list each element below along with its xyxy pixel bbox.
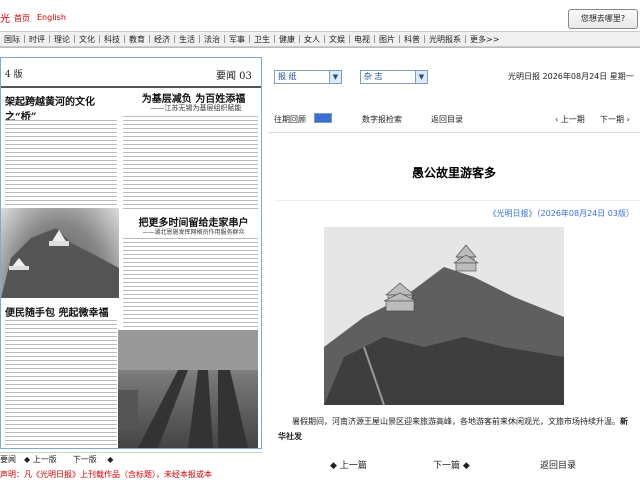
prev-page-link[interactable]: ◆ 上一版 <box>24 454 65 465</box>
chevron-down-icon: ▼ <box>415 71 427 83</box>
back-to-directory-bottom[interactable]: 返回目录 <box>540 458 576 471</box>
text-column <box>5 320 117 448</box>
subhead-mid: ——湖北恩施发挥网格员作用服务群众 <box>142 229 245 236</box>
nav-item[interactable]: 教育 <box>125 34 149 45</box>
next-page-link[interactable]: 下一版 ◆ <box>73 454 114 465</box>
nav-item[interactable]: 卫生 <box>250 34 274 45</box>
prev-issue-label: 往期回顾 <box>274 115 306 124</box>
article-pagination: ◆ 上一篇 下一篇 ◆ 返回目录 <box>268 453 640 473</box>
newspaper-select[interactable]: 报 纸 ▼ <box>274 70 342 84</box>
nav-item[interactable]: 光明报系 <box>425 34 465 45</box>
magazine-select-value: 杂 志 <box>364 72 383 81</box>
subhead-right-top: ——江苏无锡为基层组织赋能 <box>150 104 242 112</box>
article-caption: 暑假期间，河南济源王屋山景区迎来旅游高峰，各地游客前来休闲观光，文旅市场持续升温… <box>278 414 630 444</box>
next-issue-button[interactable]: 下一期 › <box>600 114 630 125</box>
home-link[interactable]: 首页 <box>14 13 30 24</box>
headline-bottom[interactable]: 便民随手包 兜起微幸福 <box>5 304 117 319</box>
next-page-label: 下一版 <box>72 455 97 464</box>
nav-item[interactable]: 理论 <box>50 34 74 45</box>
prev-article-label: 上一篇 <box>339 461 367 471</box>
article-source[interactable]: 《光明日报》（2026年08月24日 03版） <box>274 208 640 219</box>
magazine-select[interactable]: 杂 志 ▼ <box>360 70 428 84</box>
headline-left[interactable]: 架起跨越黄河的文化之“桥” <box>5 93 117 123</box>
divider <box>268 132 640 133</box>
article-photo <box>324 227 564 405</box>
top-bar: 光 首页 English 您想去哪里? <box>0 0 640 30</box>
prev-article-link[interactable]: ◆ 上一篇 <box>330 458 367 471</box>
divider <box>274 200 640 201</box>
page-header: 4 版 要闻 03 <box>1 58 261 88</box>
digital-search-link[interactable]: 数字报检索 <box>362 114 402 125</box>
next-article-label: 下一篇 <box>433 461 461 471</box>
newspaper-photo-mountain[interactable] <box>1 208 119 298</box>
article-title: 愚公故里游客多 <box>411 166 496 180</box>
text-column <box>123 238 258 328</box>
nav-item[interactable]: 时评 <box>25 34 49 45</box>
text-column <box>5 120 117 206</box>
site-logo-icon[interactable]: 光 <box>0 10 10 25</box>
issue-controls: 往期回顾 数字报检索 返回目录 ‹ 上一期 下一期 › <box>268 111 640 127</box>
next-issue-button-label: 下一期 <box>600 115 624 124</box>
chevron-down-icon: ▼ <box>329 71 341 83</box>
prev-page-label: 上一版 <box>32 455 57 464</box>
nav-item[interactable]: 图片 <box>375 34 399 45</box>
nav-item[interactable]: 生活 <box>175 34 199 45</box>
newspaper-select-value: 报 纸 <box>278 72 297 81</box>
issue-date: 光明日报 2026年08月24日 星期一 <box>508 72 634 81</box>
channel-nav: 国际 时评 理论 文化 科技 教育 经济 生活 法治 军事 卫生 健康 女人 文娱 电视 图片 科普 光明报系 更多… <box>0 31 640 47</box>
nav-item[interactable]: 法治 <box>200 34 224 45</box>
caption-text: 暑假期间，河南济源王屋山景区迎来旅游高峰，各地游客前来休闲观光，文旅市场持续升温… <box>292 417 620 426</box>
newspaper-page-viewer[interactable]: 4 版 要闻 03 架起跨越黄河的文化之“桥” 便民随手包 兜起微幸福 为基层减… <box>0 57 262 449</box>
nav-item[interactable]: 文化 <box>75 34 99 45</box>
page-label-left: 4 版 <box>5 70 23 80</box>
nav-item[interactable]: 文娱 <box>325 34 349 45</box>
english-link[interactable]: English <box>37 13 66 22</box>
article-pane: 报 纸 ▼ 杂 志 ▼ 光明日报 2026年08月24日 星期一 往期回顾 数字… <box>268 57 640 480</box>
nav-item[interactable]: 女人 <box>300 34 324 45</box>
nav-item[interactable]: 国际 <box>0 34 24 45</box>
prev-issue-button-label: 上一期 <box>560 115 585 124</box>
next-article-link[interactable]: 下一篇 ◆ <box>433 458 470 471</box>
text-column <box>123 116 258 211</box>
nav-item[interactable]: 经济 <box>150 34 174 45</box>
nav-item[interactable]: 军事 <box>225 34 249 45</box>
page-label-right: 要闻 03 <box>216 71 252 82</box>
back-to-directory-link[interactable]: 返回目录 <box>431 114 463 125</box>
newspaper-photo-train[interactable] <box>118 330 258 448</box>
nav-item[interactable]: 更多>> <box>466 34 503 45</box>
nav-item[interactable]: 电视 <box>350 34 374 45</box>
destination-button[interactable]: 您想去哪里? <box>568 9 638 29</box>
current-section: 要闻 <box>0 455 16 464</box>
divider <box>0 47 640 48</box>
prev-issue-button[interactable]: ‹ 上一期 <box>555 114 585 125</box>
issue-select[interactable] <box>314 113 332 123</box>
nav-item[interactable]: 科技 <box>100 34 124 45</box>
nav-item[interactable]: 健康 <box>275 34 299 45</box>
viewer-footer: 要闻 ◆ 上一版 下一版 ◆ <box>0 452 262 466</box>
nav-item[interactable]: 科普 <box>400 34 424 45</box>
copyright-notice: 声明：凡《光明日报》上刊载作品（含标题），未经本报或本 <box>0 470 212 479</box>
